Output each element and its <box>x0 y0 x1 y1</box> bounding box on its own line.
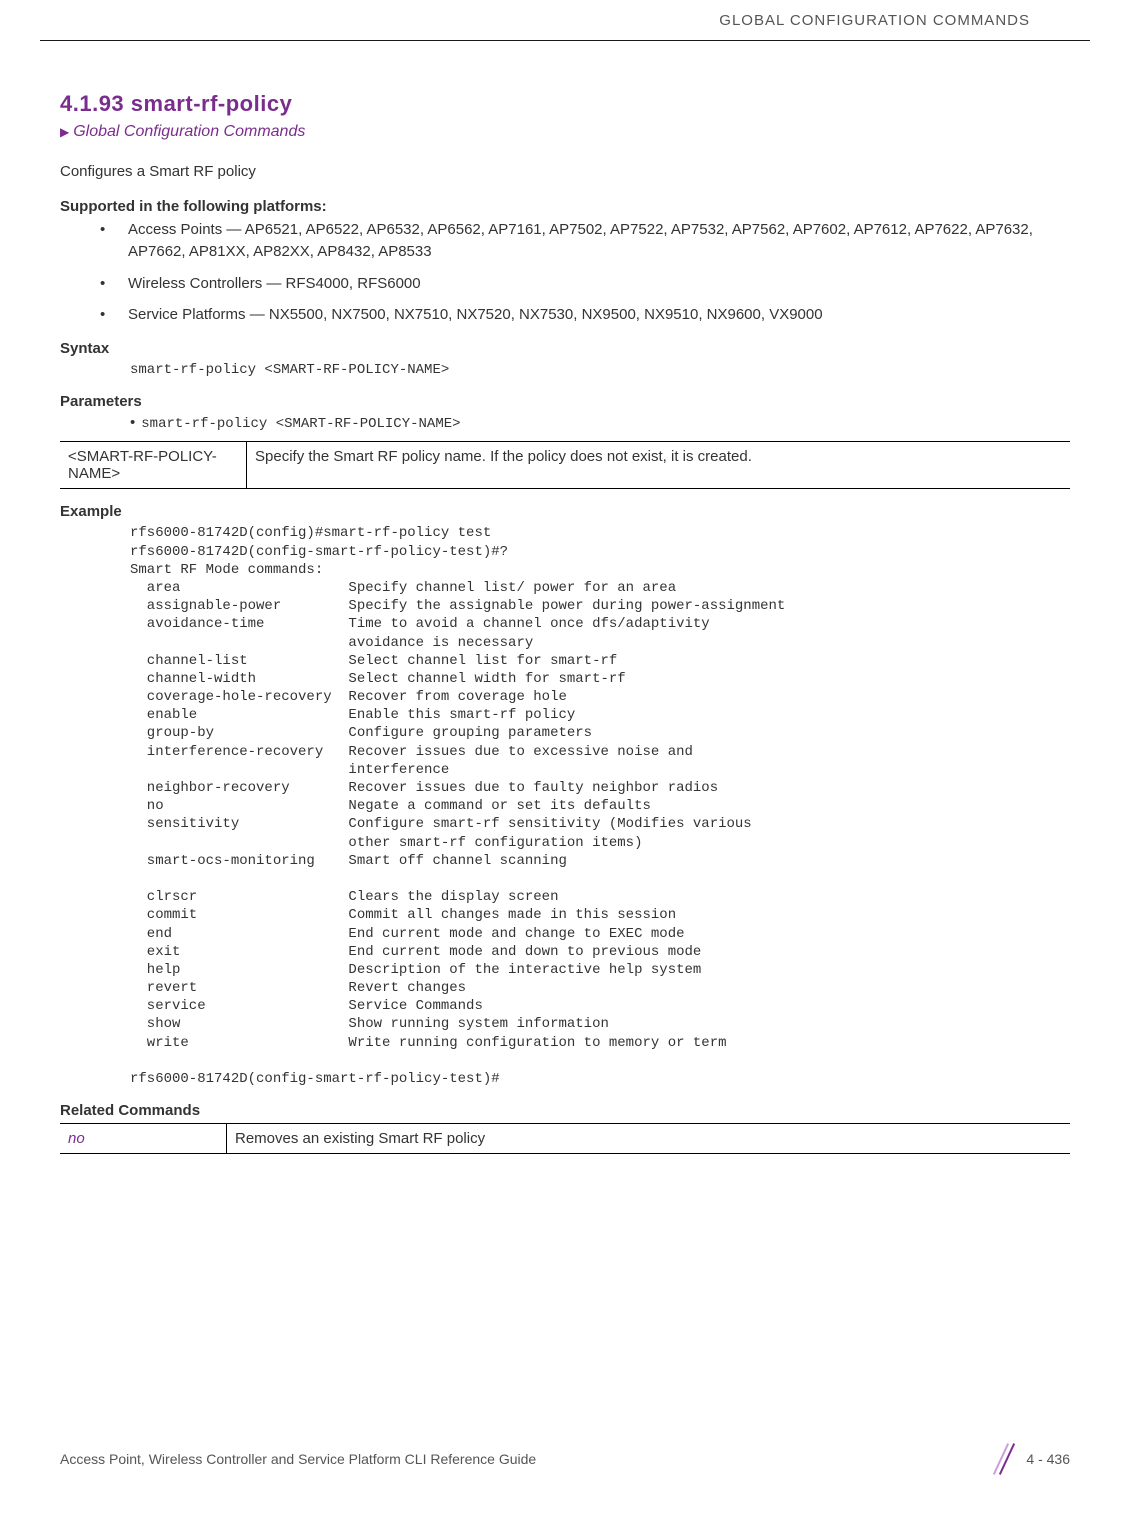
table-row: <SMART-RF-POLICY-NAME> Specify the Smart… <box>60 442 1070 489</box>
page-number: 4 - 436 <box>1026 1451 1070 1467</box>
related-heading: Related Commands <box>60 1102 1070 1119</box>
example-heading: Example <box>60 503 1070 520</box>
running-head: GLOBAL CONFIGURATION COMMANDS <box>40 0 1090 41</box>
table-row: no Removes an existing Smart RF policy <box>60 1124 1070 1154</box>
platforms-heading: Supported in the following platforms: <box>60 198 1070 215</box>
parameters-bullet-text: smart-rf-policy <SMART-RF-POLICY-NAME> <box>141 416 460 432</box>
running-head-text: GLOBAL CONFIGURATION COMMANDS <box>719 12 1030 29</box>
footer-guide-title: Access Point, Wireless Controller and Se… <box>60 1451 536 1467</box>
section-title: 4.1.93 smart-rf-policy <box>60 91 1070 117</box>
parameters-bullet-line: •smart-rf-policy <SMART-RF-POLICY-NAME> <box>60 414 1070 433</box>
list-item: Service Platforms — NX5500, NX7500, NX75… <box>100 304 1070 326</box>
footer-pagenum: 4 - 436 <box>996 1442 1070 1476</box>
parameters-heading: Parameters <box>60 393 1070 410</box>
related-table: no Removes an existing Smart RF policy <box>60 1123 1070 1154</box>
parameters-table: <SMART-RF-POLICY-NAME> Specify the Smart… <box>60 441 1070 489</box>
example-code: rfs6000-81742D(config)#smart-rf-policy t… <box>60 524 1070 1088</box>
related-cmd-cell[interactable]: no <box>60 1124 227 1154</box>
list-item: Access Points — AP6521, AP6522, AP6532, … <box>100 219 1070 263</box>
syntax-heading: Syntax <box>60 340 1070 357</box>
param-desc-cell: Specify the Smart RF policy name. If the… <box>247 442 1071 489</box>
breadcrumb-text: Global Configuration Commands <box>73 123 305 140</box>
param-name-cell: <SMART-RF-POLICY-NAME> <box>60 442 247 489</box>
slash-icon <box>996 1442 1018 1476</box>
list-item: Wireless Controllers — RFS4000, RFS6000 <box>100 273 1070 295</box>
intro-text: Configures a Smart RF policy <box>60 163 1070 180</box>
related-desc-cell: Removes an existing Smart RF policy <box>227 1124 1071 1154</box>
breadcrumb-arrow-icon: ▶ <box>60 125 69 139</box>
syntax-line: smart-rf-policy <SMART-RF-POLICY-NAME> <box>60 361 1070 379</box>
platforms-list: Access Points — AP6521, AP6522, AP6532, … <box>60 219 1070 326</box>
breadcrumb[interactable]: ▶ Global Configuration Commands <box>60 123 1070 141</box>
related-cmd-text: no <box>68 1130 85 1147</box>
page-footer: Access Point, Wireless Controller and Se… <box>60 1442 1070 1476</box>
